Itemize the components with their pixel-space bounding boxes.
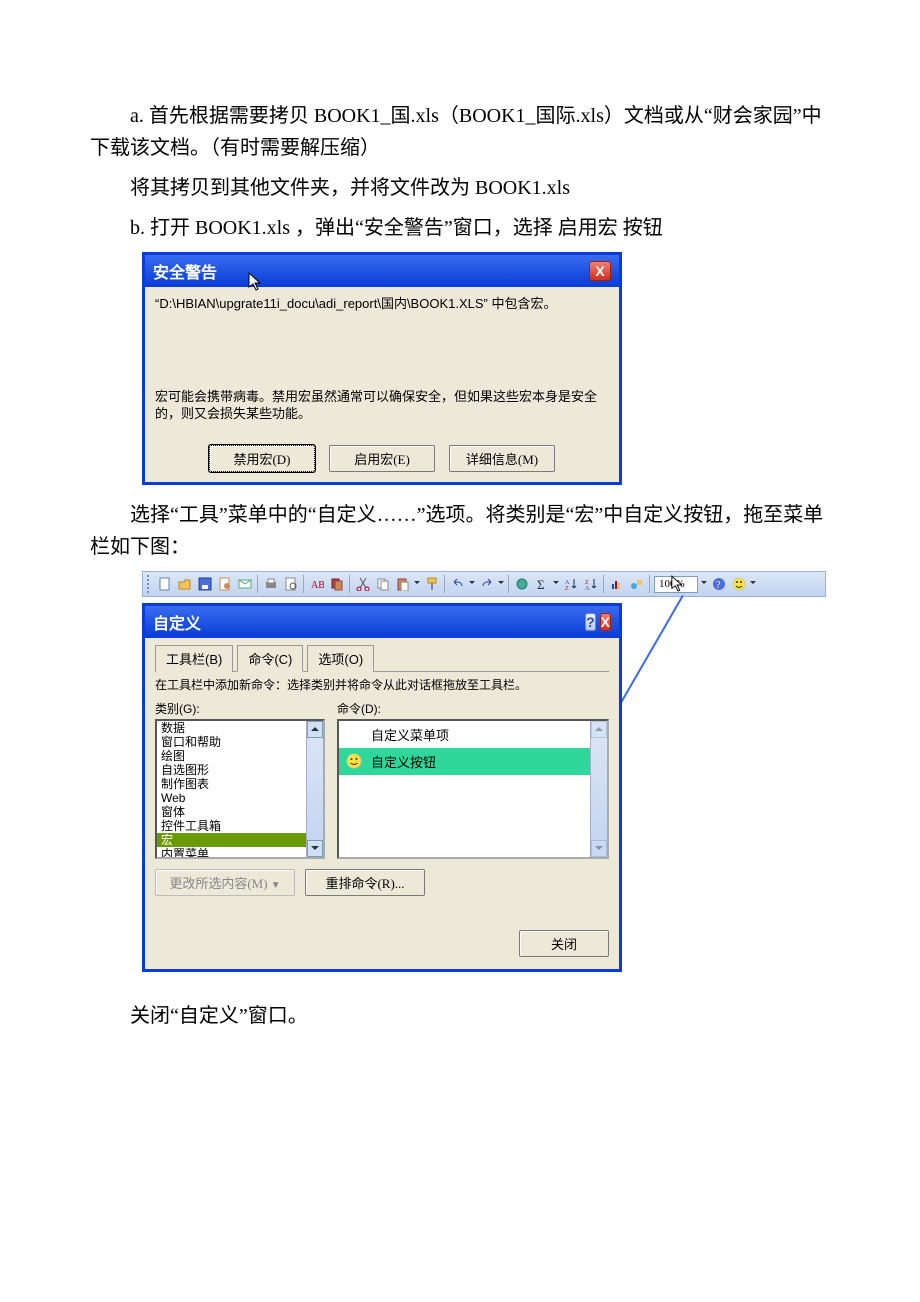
smiley-icon [345, 753, 363, 769]
help-icon[interactable]: ? [710, 576, 727, 593]
format-painter-icon[interactable] [423, 576, 440, 593]
tab-toolbars[interactable]: 工具栏(B) [155, 645, 233, 672]
modify-selection-button: 更改所选内容(M) ▼ [155, 869, 295, 896]
paragraph-close: 关闭“自定义”窗口。 [90, 1000, 830, 1032]
save-icon[interactable] [196, 576, 213, 593]
new-icon[interactable] [156, 576, 173, 593]
autosum-dropdown-icon[interactable] [553, 581, 559, 587]
scrollbar[interactable] [306, 721, 323, 857]
print-icon[interactable] [262, 576, 279, 593]
command-label: 自定义菜单项 [371, 725, 449, 744]
cut-icon[interactable] [354, 576, 371, 593]
sort-asc-icon[interactable]: AZ [562, 576, 579, 593]
svg-text:Σ: Σ [537, 577, 545, 591]
hint-text: 在工具栏中添加新命令：选择类别并将命令从此对话框拖放至工具栏。 [155, 678, 609, 694]
scroll-up-icon[interactable] [307, 721, 323, 738]
svg-text:A: A [585, 586, 590, 591]
mail-icon[interactable] [236, 576, 253, 593]
warning-desc-text: 宏可能会携带病毒。禁用宏虽然通常可以确保安全，但如果这些宏本身是安全的，则又会损… [155, 388, 609, 423]
command-label: 自定义按钮 [371, 752, 436, 771]
redo-dropdown-icon[interactable] [498, 581, 504, 587]
svg-text:?: ? [716, 580, 721, 591]
more-info-button[interactable]: 详细信息(M) [449, 445, 555, 472]
commands-label: 命令(D): [337, 700, 609, 717]
category-item[interactable]: 自选图形 [157, 763, 306, 777]
category-item[interactable]: 控件工具箱 [157, 819, 306, 833]
preview-icon[interactable] [282, 576, 299, 593]
scroll-down-icon [591, 840, 607, 857]
sort-desc-icon[interactable]: ZA [582, 576, 599, 593]
research-icon[interactable] [328, 576, 345, 593]
autosum-icon[interactable]: Σ [533, 576, 550, 593]
permission-icon[interactable] [216, 576, 233, 593]
customize-dialog-image: 自定义 ?X 工具栏(B) 命令(C) 选项(O) 在工具栏中添加新命令：选择类… [142, 603, 622, 972]
dialog-titlebar: 安全警告 X [145, 255, 619, 287]
undo-dropdown-icon[interactable] [469, 581, 475, 587]
tab-options[interactable]: 选项(O) [307, 645, 374, 672]
custom-button-icon[interactable] [730, 576, 747, 593]
spellcheck-icon[interactable]: ABC [308, 576, 325, 593]
disable-macros-button[interactable]: 禁用宏(D) [209, 445, 315, 472]
svg-text:ABC: ABC [311, 580, 324, 591]
tab-strip: 工具栏(B) 命令(C) 选项(O) [155, 644, 609, 672]
category-item[interactable]: 窗口和帮助 [157, 735, 306, 749]
dialog-title-text: 安全警告 [153, 259, 217, 283]
paragraph-a: a. 首先根据需要拷贝 BOOK1_国.xls（BOOK1_国际.xls）文档或… [90, 100, 830, 164]
category-item[interactable]: 绘图 [157, 749, 306, 763]
paragraph-tools: 选择“工具”菜单中的“自定义……”选项。将类别是“宏”中自定义按钮，拖至菜单栏如… [90, 499, 830, 563]
scroll-down-icon[interactable] [307, 840, 323, 857]
commands-listbox[interactable]: 自定义菜单项 自定义按钮 [337, 719, 609, 859]
paste-icon[interactable] [394, 576, 411, 593]
category-item[interactable]: 窗体 [157, 805, 306, 819]
blank-icon [345, 726, 363, 742]
zoom-input[interactable]: 100% [654, 576, 698, 593]
chart-icon[interactable] [608, 576, 625, 593]
scroll-up-icon [591, 721, 607, 738]
security-warning-dialog-image: 安全警告 X “D:\HBIAN\upgrate11i_docu\adi_rep… [142, 252, 622, 485]
toolbar-handle-icon [147, 575, 151, 593]
paragraph-copy: 将其拷贝到其他文件夹，并将文件改为 BOOK1.xls [90, 172, 830, 204]
close-button[interactable]: X [600, 613, 611, 631]
enable-macros-button[interactable]: 启用宏(E) [329, 445, 435, 472]
command-custom-button[interactable]: 自定义按钮 [339, 748, 590, 775]
redo-icon[interactable] [478, 576, 495, 593]
category-item[interactable]: 数据 [157, 721, 306, 735]
copy-icon[interactable] [374, 576, 391, 593]
toolbar-options-icon[interactable] [750, 581, 756, 587]
command-menu-item[interactable]: 自定义菜单项 [339, 721, 590, 748]
category-item[interactable]: 内置菜单 [157, 847, 306, 859]
undo-icon[interactable] [449, 576, 466, 593]
paste-dropdown-icon[interactable] [414, 581, 420, 587]
category-item[interactable]: 制作图表 [157, 777, 306, 791]
rearrange-commands-button[interactable]: 重排命令(R)... [305, 869, 425, 896]
categories-label: 类别(G): [155, 700, 325, 717]
scrollbar[interactable] [590, 721, 607, 857]
hyperlink-icon[interactable] [513, 576, 530, 593]
warning-path-text: “D:\HBIAN\upgrate11i_docu\adi_report\国内\… [155, 295, 609, 313]
close-dialog-button[interactable]: 关闭 [519, 930, 609, 957]
category-item[interactable]: Web [157, 791, 306, 805]
dialog2-titlebar: 自定义 ?X [145, 606, 619, 638]
category-item[interactable]: 宏 [157, 833, 306, 847]
open-icon[interactable] [176, 576, 193, 593]
excel-toolbar-image: ABC Σ AZ ZA 100% ? [142, 571, 830, 597]
categories-listbox[interactable]: 数据窗口和帮助绘图自选图形制作图表Web窗体控件工具箱宏内置菜单新菜单 [155, 719, 325, 859]
drawing-icon[interactable] [628, 576, 645, 593]
paragraph-b: b. 打开 BOOK1.xls ，弹出“安全警告”窗口，选择 启用宏 按钮 [90, 212, 830, 244]
dialog2-title-text: 自定义 [153, 610, 201, 634]
help-button[interactable]: ? [585, 613, 596, 631]
tab-commands[interactable]: 命令(C) [237, 645, 303, 672]
close-button[interactable]: X [589, 261, 611, 281]
zoom-dropdown-icon[interactable] [701, 581, 707, 587]
svg-text:Z: Z [565, 586, 569, 591]
